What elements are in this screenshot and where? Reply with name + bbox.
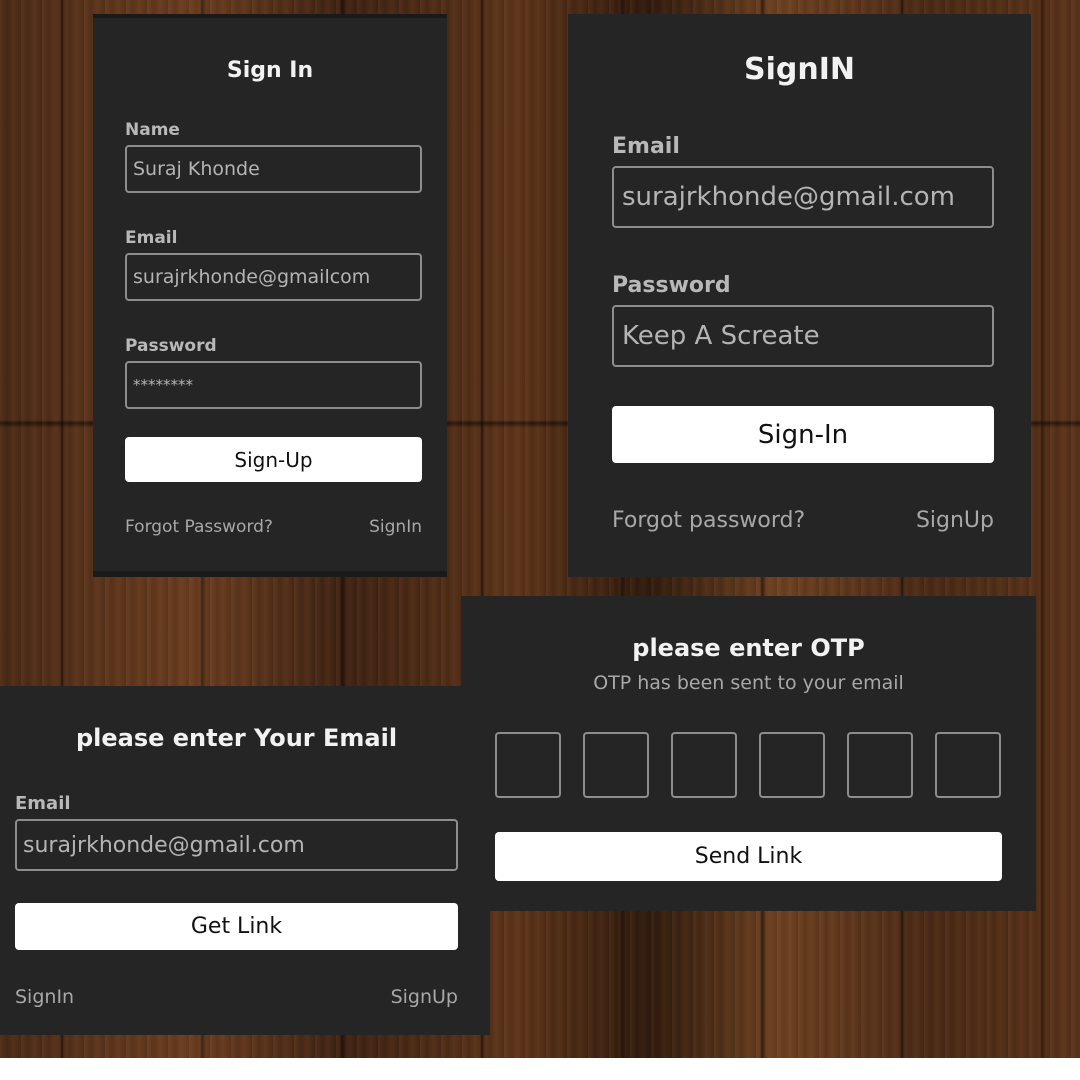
signup-card-title: Sign In bbox=[226, 58, 314, 83]
otp-digit-input[interactable] bbox=[583, 732, 649, 798]
otp-digit-input[interactable] bbox=[759, 732, 825, 798]
email-card-title: please enter Your Email bbox=[75, 724, 398, 752]
signup-link[interactable]: SignUp bbox=[391, 986, 458, 1008]
otp-card-subtitle: OTP has been sent to your email bbox=[593, 672, 904, 694]
email-label: Email bbox=[15, 793, 71, 814]
otp-digit-input[interactable] bbox=[671, 732, 737, 798]
otp-card: please enter OTP OTP has been sent to yo… bbox=[461, 596, 1036, 911]
sign-in-button[interactable]: Sign-In bbox=[612, 406, 994, 463]
forgot-password-link[interactable]: Forgot Password? bbox=[125, 517, 273, 537]
signin-link[interactable]: SignIn bbox=[369, 517, 422, 537]
password-label: Password bbox=[125, 336, 217, 356]
get-link-button[interactable]: Get Link bbox=[15, 903, 458, 950]
otp-digit-input[interactable] bbox=[847, 732, 913, 798]
email-input[interactable]: surajrkhonde@gmail.com bbox=[612, 166, 994, 228]
name-input[interactable]: Suraj Khonde bbox=[125, 145, 422, 193]
email-input[interactable]: surajrkhonde@gmail.com bbox=[15, 819, 458, 871]
name-label: Name bbox=[125, 120, 180, 140]
email-input[interactable]: surajrkhonde@gmailcom bbox=[125, 253, 422, 301]
password-label: Password bbox=[612, 273, 731, 298]
sign-up-button[interactable]: Sign-Up bbox=[125, 437, 422, 482]
password-input[interactable]: ******** bbox=[125, 361, 422, 409]
email-card: please enter Your Email Email surajrkhon… bbox=[0, 686, 490, 1035]
otp-digit-input[interactable] bbox=[935, 732, 1001, 798]
password-input[interactable]: Keep A Screate bbox=[612, 305, 994, 367]
signin-link[interactable]: SignIn bbox=[15, 986, 74, 1008]
signup-link[interactable]: SignUp bbox=[916, 508, 994, 533]
send-link-button[interactable]: Send Link bbox=[495, 832, 1002, 881]
signup-card: Sign In Name Suraj Khonde Email surajrkh… bbox=[93, 14, 447, 577]
signin-card: SignIN Email surajrkhonde@gmail.com Pass… bbox=[568, 14, 1031, 577]
otp-card-title: please enter OTP bbox=[632, 634, 865, 662]
email-label: Email bbox=[125, 228, 178, 248]
email-label: Email bbox=[612, 134, 680, 159]
signin-card-title: SignIN bbox=[744, 52, 855, 87]
otp-digit-input[interactable] bbox=[495, 732, 561, 798]
forgot-password-link[interactable]: Forgot password? bbox=[612, 508, 805, 533]
